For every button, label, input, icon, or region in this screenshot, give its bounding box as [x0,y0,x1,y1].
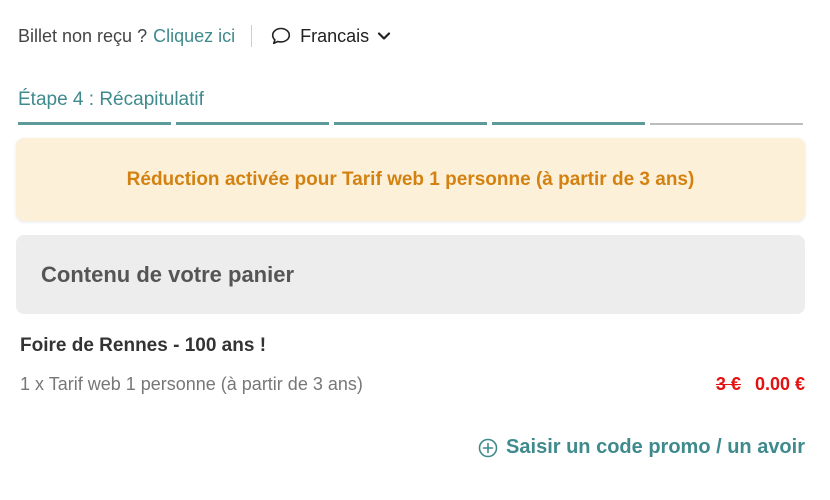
language-selector[interactable]: Francais [270,26,391,47]
ticket-question: Billet non reçu ? [18,25,148,46]
cart-heading-panel: Contenu de votre panier [16,235,805,314]
promo-label: Saisir un code promo / un avoir [506,436,805,458]
ticket-link[interactable]: Cliquez ici [153,26,235,47]
step-bar-4 [492,122,645,125]
topbar: Billet non reçu ? Cliquez ici Francais [18,24,391,48]
step-bar-1 [18,122,171,125]
cart-line-item: 1 x Tarif web 1 personne (à partir de 3 … [20,374,363,394]
promo-code-link[interactable]: Saisir un code promo / un avoir [478,436,805,459]
speech-bubble-icon [270,26,292,46]
discount-alert-text: Réduction activée pour Tarif web 1 perso… [126,168,695,190]
new-price: 0.00 € [754,374,805,394]
step-bar-3 [334,122,487,125]
divider [251,25,253,47]
discount-alert: Réduction activée pour Tarif web 1 perso… [16,138,805,221]
language-label: Francais [300,25,370,46]
step-title: Étape 4 : Récapitulatif [18,89,204,110]
event-name: Foire de Rennes - 100 ans ! [20,335,267,356]
plus-circle-icon [478,438,506,458]
step-progress [18,122,803,125]
line-price: 3 € 0.00 € [716,374,805,395]
old-price: 3 € [715,374,741,394]
chevron-down-icon [377,31,391,41]
step-bar-2 [176,122,329,125]
cart-heading: Contenu de votre panier [41,261,295,287]
step-bar-5 [650,123,803,125]
